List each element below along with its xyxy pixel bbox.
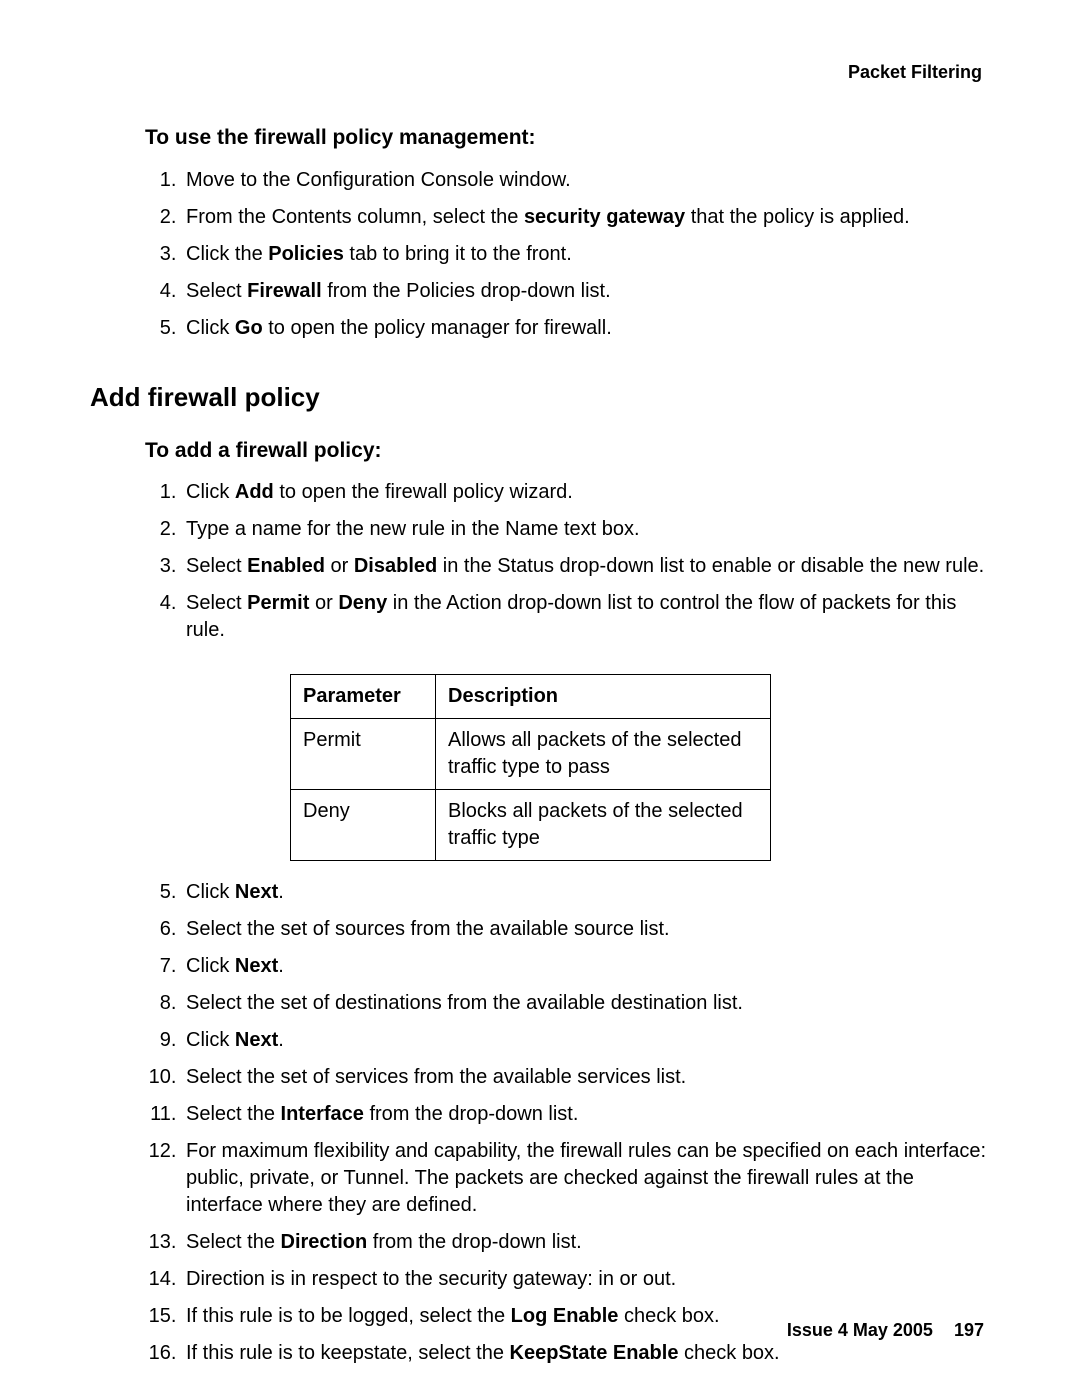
list-item: Select Firewall from the Policies drop-d… [182, 278, 990, 305]
section2-steps-a: Click Add to open the firewall policy wi… [90, 479, 990, 644]
table-cell-description: Allows all packets of the selected traff… [436, 719, 771, 790]
list-item: Select the Interface from the drop-down … [182, 1101, 990, 1128]
list-item: From the Contents column, select the sec… [182, 204, 990, 231]
list-item: Click Next. [182, 879, 990, 906]
table-header-description: Description [436, 675, 771, 719]
list-item: For maximum flexibility and capability, … [182, 1138, 990, 1219]
list-item: If this rule is to keepstate, select the… [182, 1340, 990, 1367]
list-item: Select the set of destinations from the … [182, 990, 990, 1017]
section2-heading: Add firewall policy [90, 380, 990, 415]
table-row: Deny Blocks all packets of the selected … [291, 790, 771, 861]
table-cell-description: Blocks all packets of the selected traff… [436, 790, 771, 861]
table-header-parameter: Parameter [291, 675, 436, 719]
footer-page-number: 197 [954, 1320, 984, 1340]
list-item: Click Add to open the firewall policy wi… [182, 479, 990, 506]
table-row: Permit Allows all packets of the selecte… [291, 719, 771, 790]
list-item: Click Next. [182, 953, 990, 980]
list-item: Click Go to open the policy manager for … [182, 315, 990, 342]
list-item: Select Permit or Deny in the Action drop… [182, 590, 990, 644]
section1-heading: To use the firewall policy management: [145, 124, 990, 152]
table-cell-parameter: Deny [291, 790, 436, 861]
list-item: Select the set of sources from the avail… [182, 916, 990, 943]
page-header-title: Packet Filtering [90, 60, 982, 84]
section1-steps: Move to the Configuration Console window… [90, 167, 990, 342]
list-item: Click the Policies tab to bring it to th… [182, 241, 990, 268]
list-item: Direction is in respect to the security … [182, 1266, 990, 1293]
list-item: Select Enabled or Disabled in the Status… [182, 553, 990, 580]
document-page: Packet Filtering To use the firewall pol… [0, 0, 1080, 1397]
table-cell-parameter: Permit [291, 719, 436, 790]
list-item: Select the set of services from the avai… [182, 1064, 990, 1091]
table-header-row: Parameter Description [291, 675, 771, 719]
list-item: Type a name for the new rule in the Name… [182, 516, 990, 543]
parameter-table: Parameter Description Permit Allows all … [290, 674, 771, 861]
list-item: Select the Direction from the drop-down … [182, 1229, 990, 1256]
section2-steps-b: Click Next. Select the set of sources fro… [90, 879, 990, 1367]
list-item: Click Next. [182, 1027, 990, 1054]
section2-subheading: To add a firewall policy: [145, 437, 990, 465]
list-item: Move to the Configuration Console window… [182, 167, 990, 194]
page-footer: Issue 4 May 2005 197 [787, 1318, 984, 1342]
footer-issue: Issue 4 May 2005 [787, 1320, 933, 1340]
